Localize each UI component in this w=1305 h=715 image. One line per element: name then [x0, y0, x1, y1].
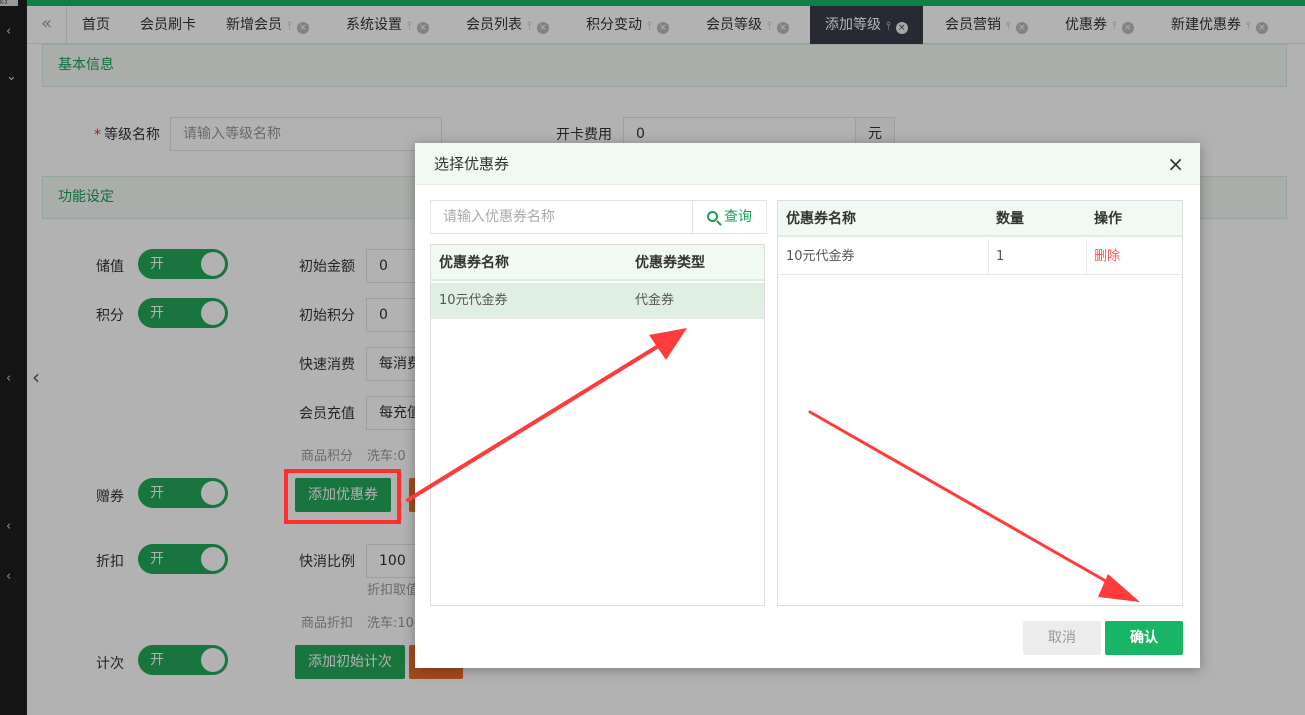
modal-header: 选择优惠券 ×: [415, 143, 1200, 185]
select-coupon-modal: 选择优惠券 × 请输入优惠券名称 查询 优惠券名称 优惠券类型 10元代金券 代…: [415, 143, 1200, 668]
column-divider: [988, 239, 989, 275]
search-button-label: 查询: [724, 209, 752, 225]
cancel-button[interactable]: 取消: [1023, 621, 1101, 655]
column-header: 数量: [996, 211, 1024, 227]
column-header: 优惠券名称: [439, 255, 509, 271]
column-header: 优惠券类型: [635, 255, 705, 271]
selected-coupon-qty-cell[interactable]: 1: [996, 239, 1004, 275]
highlight-box: [284, 469, 401, 524]
selected-coupons-panel: 优惠券名称 数量 操作 10元代金券 1 删除: [777, 200, 1183, 606]
search-button[interactable]: 查询: [692, 200, 767, 234]
coupon-list-header: 优惠券名称 优惠券类型: [431, 245, 764, 281]
search-icon: [707, 211, 718, 222]
delete-link[interactable]: 删除: [1094, 239, 1120, 275]
coupon-name-cell: 10元代金券: [439, 293, 508, 308]
coupon-search-input[interactable]: 请输入优惠券名称: [430, 200, 693, 234]
coupon-list-panel: 优惠券名称 优惠券类型 10元代金券 代金券: [430, 244, 765, 606]
close-icon[interactable]: ×: [1167, 143, 1184, 185]
selected-coupon-name-cell: 10元代金券: [786, 249, 855, 264]
table-row: 10元代金券 1 删除: [778, 239, 1182, 275]
column-header: 优惠券名称: [786, 211, 856, 227]
selected-coupons-header: 优惠券名称 数量 操作: [778, 201, 1182, 237]
confirm-button[interactable]: 确认: [1105, 621, 1183, 655]
coupon-type-cell: 代金券: [635, 293, 675, 308]
modal-title: 选择优惠券: [434, 155, 510, 173]
column-header: 操作: [1094, 211, 1122, 227]
table-row[interactable]: 10元代金券 代金券: [431, 283, 764, 319]
column-divider: [1086, 239, 1087, 275]
